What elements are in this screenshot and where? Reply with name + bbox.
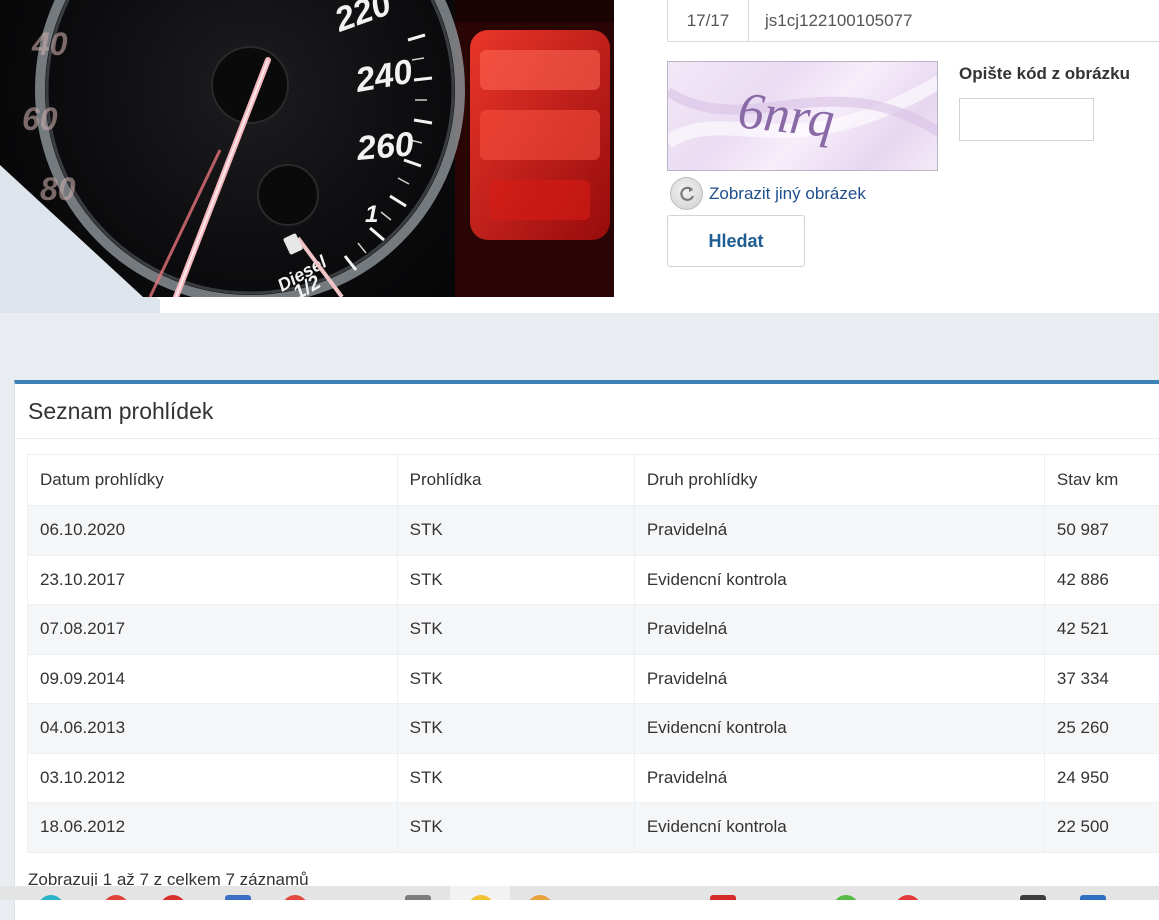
table-row: 06.10.2020 STK Pravidelná 50 987 [28,506,1159,556]
taskbar-app-icon[interactable] [710,895,736,900]
vin-value: js1cj122100105077 [749,0,1159,41]
table-row: 18.06.2012 STK Evidencní kontrola 22 500 [28,803,1159,853]
cell-date: 09.09.2014 [28,654,398,704]
taskbar-app-icon[interactable] [1080,895,1106,900]
captcha-input[interactable] [959,98,1094,141]
taskbar-app-icon[interactable] [833,895,859,900]
cell-mileage: 25 260 [1044,704,1159,754]
gauge-1: 1 [365,201,378,228]
cell-date: 23.10.2017 [28,555,398,605]
speed-60: 60 [22,101,58,137]
cell-type: Pravidelná [634,753,1044,803]
cell-date: 18.06.2012 [28,803,398,853]
inspections-panel: Seznam prohlídek Datum prohlídky Prohlíd… [14,380,1159,920]
captcha-image: 6nrq [667,61,938,171]
cell-mileage: 24 950 [1044,753,1159,803]
cell-inspection: STK [397,605,634,655]
cell-type: Pravidelná [634,506,1044,556]
table-header-row: Datum prohlídky Prohlídka Druh prohlídky… [28,455,1159,506]
table-row: 23.10.2017 STK Evidencní kontrola 42 886 [28,555,1159,605]
table-row: 03.10.2012 STK Pravidelná 24 950 [28,753,1159,803]
speed-260: 260 [354,125,415,168]
cell-inspection: STK [397,704,634,754]
cell-date: 07.08.2017 [28,605,398,655]
cell-inspection: STK [397,803,634,853]
vin-table-row: 17/17 js1cj122100105077 [667,0,1159,42]
cell-mileage: 22 500 [1044,803,1159,853]
cell-type: Pravidelná [634,605,1044,655]
cell-type: Evidencní kontrola [634,704,1044,754]
cell-inspection: STK [397,654,634,704]
cell-date: 04.06.2013 [28,704,398,754]
taskbar-app-icon[interactable] [160,895,186,900]
header-date[interactable]: Datum prohlídky [28,455,398,506]
header-inspection-type[interactable]: Druh prohlídky [634,455,1044,506]
taskbar-app-icon[interactable] [527,895,553,900]
header-inspection[interactable]: Prohlídka [397,455,634,506]
taskbar [0,886,1159,900]
cell-type: Pravidelná [634,654,1044,704]
cell-mileage: 50 987 [1044,506,1159,556]
search-button[interactable]: Hledat [667,215,805,267]
cell-mileage: 42 521 [1044,605,1159,655]
cell-date: 06.10.2020 [28,506,398,556]
taskbar-app-icon[interactable] [282,895,308,900]
cell-type: Evidencní kontrola [634,555,1044,605]
cell-inspection: STK [397,506,634,556]
refresh-captcha-link[interactable]: Zobrazit jiný obrázek [670,177,866,210]
taskbar-app-icon[interactable] [225,895,251,900]
taskbar-app-icon[interactable] [38,895,64,900]
speed-40: 40 [31,26,68,62]
taskbar-app-icon[interactable] [103,895,129,900]
taskbar-app-icon[interactable] [1020,895,1046,900]
vin-count: 17/17 [668,0,749,41]
table-row: 07.08.2017 STK Pravidelná 42 521 [28,605,1159,655]
speed-80: 80 [40,171,76,207]
cell-inspection: STK [397,753,634,803]
refresh-icon [670,177,703,210]
panel-title: Seznam prohlídek [28,398,213,425]
table-row: 04.06.2013 STK Evidencní kontrola 25 260 [28,704,1159,754]
taskbar-app-icon[interactable] [405,895,431,900]
captcha-label: Opište kód z obrázku [959,64,1130,84]
cell-inspection: STK [397,555,634,605]
cell-mileage: 37 334 [1044,654,1159,704]
cell-type: Evidencní kontrola [634,803,1044,853]
cell-date: 03.10.2012 [28,753,398,803]
cell-mileage: 42 886 [1044,555,1159,605]
inspections-table: Datum prohlídky Prohlídka Druh prohlídky… [27,454,1159,853]
taskbar-app-icon[interactable] [895,895,921,900]
refresh-captcha-label: Zobrazit jiný obrázek [709,184,866,204]
header-mileage[interactable]: Stav km [1044,455,1159,506]
panel-divider [15,438,1159,439]
table-row: 09.09.2014 STK Pravidelná 37 334 [28,654,1159,704]
captcha-text: 6nrq [735,82,837,149]
